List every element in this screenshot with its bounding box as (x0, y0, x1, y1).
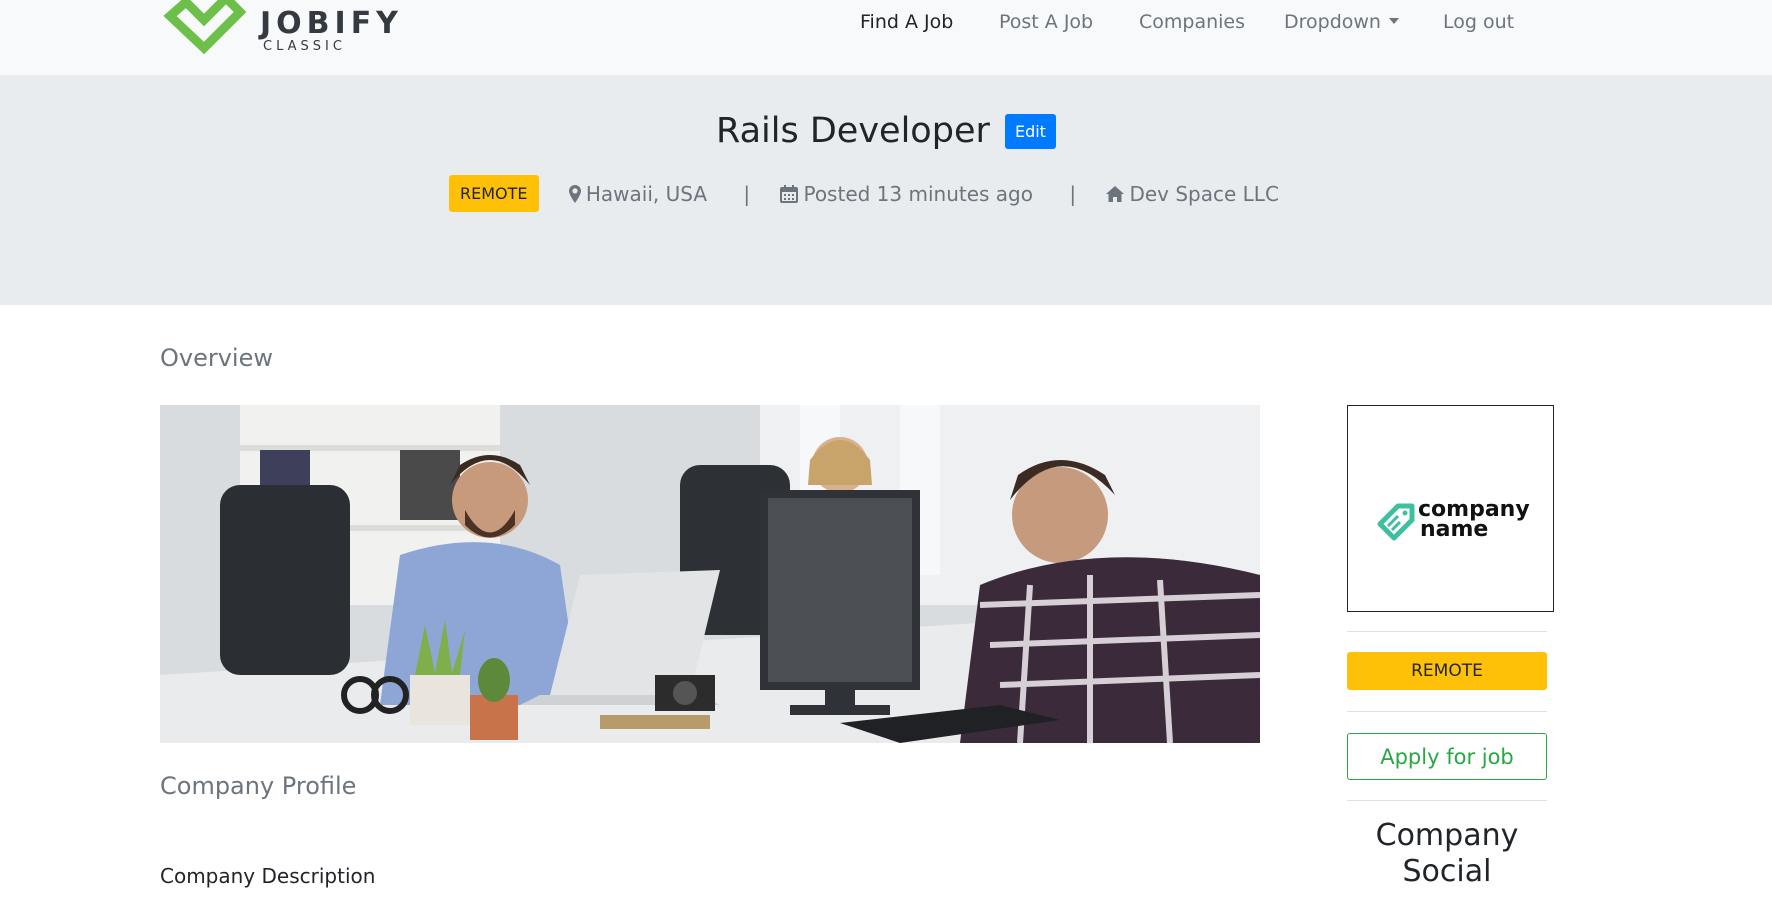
nav-links: Find A Job Post A Job Companies Dropdown… (0, 11, 1772, 41)
sidebar-divider (1347, 711, 1547, 712)
nav-companies[interactable]: Companies (1139, 11, 1245, 33)
nav-dropdown[interactable]: Dropdown (1284, 11, 1399, 33)
job-posted: Posted 13 minutes ago (780, 182, 1033, 206)
nav-post-a-job[interactable]: Post A Job (999, 11, 1093, 33)
nav-dropdown-label: Dropdown (1284, 11, 1381, 33)
job-title: Rails Developer (716, 111, 990, 151)
company-social-heading: Company Social (1375, 818, 1519, 889)
brand-subtitle: CLASSIC (263, 39, 346, 54)
remote-badge: REMOTE (449, 175, 539, 212)
nav-log-out[interactable]: Log out (1443, 11, 1514, 33)
top-navbar: JOBIFY CLASSIC Find A Job Post A Job Com… (0, 0, 1772, 75)
apply-for-job-button[interactable]: Apply for job (1347, 733, 1547, 780)
company-logo: company name (1347, 405, 1554, 612)
posted-text: Posted 13 minutes ago (803, 181, 1033, 206)
tag-icon (1377, 503, 1415, 541)
job-company: Dev Space LLC (1106, 182, 1279, 206)
company-profile-heading: Company Profile (160, 772, 357, 800)
caret-down-icon (1388, 18, 1399, 24)
job-title-row: Rails Developer Edit (0, 111, 1772, 151)
job-meta: REMOTE Hawaii, USA | Posted 13 minutes a… (449, 175, 1279, 213)
calendar-icon (780, 184, 799, 203)
overview-heading: Overview (160, 344, 273, 372)
company-text[interactable]: Dev Space LLC (1129, 182, 1278, 206)
company-description-label: Company Description (160, 864, 376, 888)
location-text: Hawaii, USA (585, 181, 707, 206)
map-marker-icon (568, 184, 581, 203)
edit-button[interactable]: Edit (1004, 113, 1056, 149)
nav-find-a-job[interactable]: Find A Job (860, 11, 953, 33)
office-photo-illustration (160, 405, 1260, 743)
home-icon (1106, 185, 1125, 202)
meta-separator: | (1069, 181, 1077, 206)
job-location: Hawaii, USA (568, 181, 707, 206)
office-photo (160, 405, 1260, 743)
logo-text-line2: name (1420, 517, 1489, 542)
meta-separator: | (743, 181, 751, 206)
sidebar-divider (1347, 631, 1547, 632)
company-logo-text: company name (1418, 499, 1530, 542)
sidebar-divider (1347, 800, 1547, 801)
job-header: Rails Developer Edit REMOTE Hawaii, USA … (0, 75, 1772, 305)
sidebar-remote-badge: REMOTE (1347, 652, 1547, 690)
